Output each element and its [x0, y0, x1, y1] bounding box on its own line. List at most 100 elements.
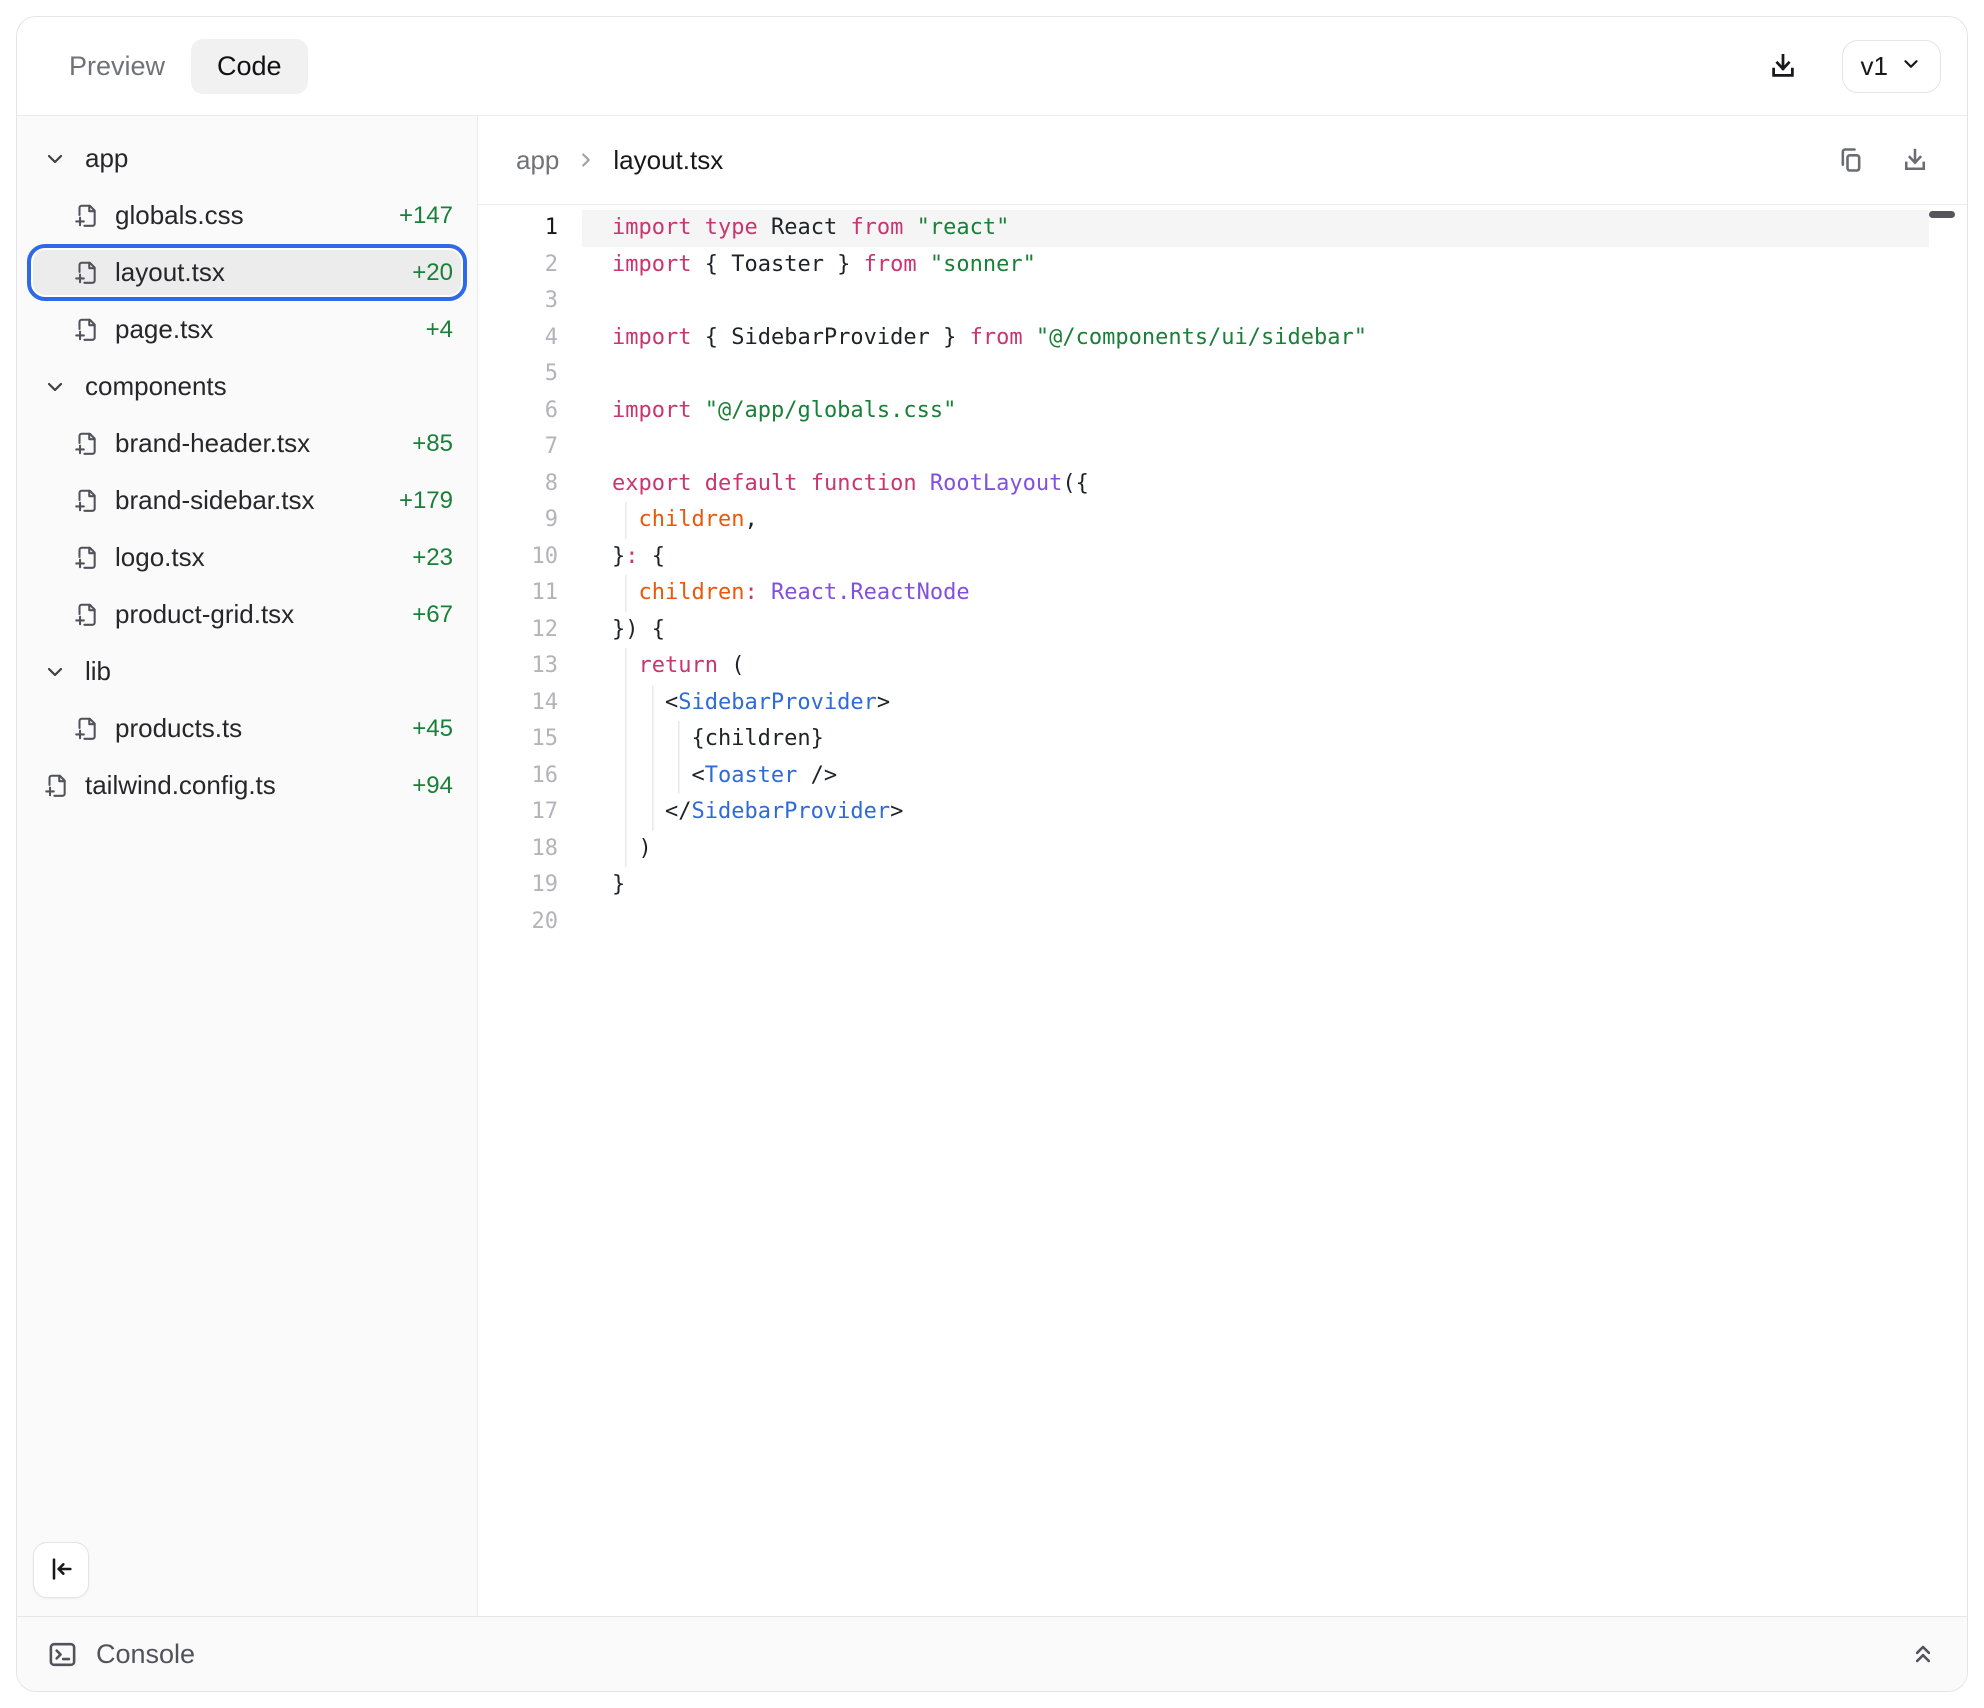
- code-line: 9 children,: [478, 502, 1967, 539]
- line-content: }: [582, 867, 1929, 904]
- indent-guide: [638, 721, 664, 758]
- indent-guide: [612, 758, 638, 795]
- indent-guide: [612, 794, 638, 831]
- code-panel: app layout.tsx: [478, 116, 1967, 1616]
- code-line: 11 children: React.ReactNode: [478, 575, 1967, 612]
- file-label: products.ts: [115, 713, 400, 744]
- line-number: 10: [478, 539, 558, 576]
- file-plus-icon: [73, 715, 99, 742]
- line-content: }: {: [582, 539, 1929, 576]
- code-line: 16 <Toaster />: [478, 758, 1967, 795]
- line-number: 5: [478, 356, 558, 393]
- line-content: [582, 283, 1929, 320]
- folder-label: components: [85, 371, 453, 402]
- line-number: 20: [478, 904, 558, 941]
- line-number: 11: [478, 575, 558, 612]
- line-content: ): [582, 831, 1929, 868]
- code-line: 5: [478, 356, 1967, 393]
- file-plus-icon: [73, 487, 99, 514]
- line-number: 18: [478, 831, 558, 868]
- diff-badge: +45: [412, 715, 453, 743]
- line-number: 12: [478, 612, 558, 649]
- line-content: export default function RootLayout({: [582, 466, 1929, 503]
- code-editor[interactable]: 1import type React from "react"2 import {…: [478, 205, 1967, 1616]
- line-number: 7: [478, 429, 558, 466]
- indent-guide: [638, 794, 664, 831]
- diff-badge: +147: [399, 202, 453, 230]
- copy-code-button[interactable]: [1837, 146, 1865, 174]
- diff-badge: +94: [412, 772, 453, 800]
- sidebar-item-brand-header-tsx[interactable]: brand-header.tsx+85: [17, 415, 477, 472]
- version-dropdown[interactable]: v1: [1842, 40, 1941, 93]
- indent-guide: [612, 502, 638, 539]
- tab-code[interactable]: Code: [191, 39, 308, 94]
- line-number: 2: [478, 247, 558, 284]
- diff-badge: +23: [412, 544, 453, 572]
- download-file-button[interactable]: [1901, 146, 1929, 174]
- folder-label: lib: [85, 656, 453, 687]
- sidebar-item-tailwind-config-ts[interactable]: tailwind.config.ts+94: [17, 757, 477, 814]
- header-actions: v1: [1768, 40, 1941, 93]
- code-line: 19}: [478, 867, 1967, 904]
- sidebar-item-logo-tsx[interactable]: logo.tsx+23: [17, 529, 477, 586]
- diff-badge: +20: [412, 259, 453, 287]
- line-number: 3: [478, 283, 558, 320]
- chevron-down-icon: [1900, 51, 1922, 82]
- indent-guide: [665, 721, 691, 758]
- sidebar-item-lib[interactable]: lib: [17, 643, 477, 700]
- line-content: import { SidebarProvider } from "@/compo…: [582, 320, 1929, 357]
- sidebar-item-layout-tsx[interactable]: layout.tsx +20: [27, 244, 467, 301]
- file-plus-icon: [73, 316, 99, 343]
- sidebar-item-product-grid-tsx[interactable]: product-grid.tsx+67: [17, 586, 477, 643]
- tab-preview[interactable]: Preview: [43, 39, 191, 94]
- expand-console-button[interactable]: [1909, 1640, 1937, 1668]
- file-plus-icon: [73, 259, 99, 286]
- file-plus-icon: [73, 544, 99, 571]
- code-line: 1import type React from "react": [478, 210, 1967, 247]
- line-number: 19: [478, 867, 558, 904]
- scrollbar-thumb[interactable]: [1929, 211, 1955, 218]
- sidebar-item-page-tsx[interactable]: page.tsx+4: [17, 301, 477, 358]
- line-content: </SidebarProvider>: [582, 794, 1929, 831]
- console-bar[interactable]: Console: [17, 1616, 1967, 1691]
- line-number: 8: [478, 466, 558, 503]
- line-content: import "@/app/globals.css": [582, 393, 1929, 430]
- line-content: {children}: [582, 721, 1929, 758]
- diff-badge: +85: [412, 430, 453, 458]
- diff-badge: +67: [412, 601, 453, 629]
- diff-badge: +179: [399, 487, 453, 515]
- file-label: layout.tsx: [115, 257, 400, 288]
- code-line: 20: [478, 904, 1967, 941]
- sidebar-item-products-ts[interactable]: products.ts +45: [17, 700, 477, 757]
- sidebar-item-brand-sidebar-tsx[interactable]: brand-sidebar.tsx+179: [17, 472, 477, 529]
- download-icon: [1901, 146, 1929, 174]
- file-tree: app globals.css+147 layout.tsx +20 page.tsx+…: [17, 116, 477, 1530]
- panel-collapse-left-icon: [47, 1555, 75, 1586]
- sidebar-item-components[interactable]: components: [17, 358, 477, 415]
- chevron-down-icon: [43, 147, 69, 171]
- code-line: 13 return (: [478, 648, 1967, 685]
- line-number: 9: [478, 502, 558, 539]
- file-plus-icon: [73, 601, 99, 628]
- sidebar-item-app[interactable]: app: [17, 130, 477, 187]
- line-content: [582, 429, 1929, 466]
- code-line: 17 </SidebarProvider>: [478, 794, 1967, 831]
- code-line: 12}) {: [478, 612, 1967, 649]
- file-plus-icon: [73, 202, 99, 229]
- line-content: import { Toaster } from "sonner": [582, 247, 1929, 284]
- version-label: v1: [1861, 51, 1888, 82]
- line-number: 16: [478, 758, 558, 795]
- folder-label: app: [85, 143, 453, 174]
- sidebar-item-globals-css[interactable]: globals.css+147: [17, 187, 477, 244]
- line-number: 13: [478, 648, 558, 685]
- breadcrumb-folder[interactable]: app: [516, 145, 559, 176]
- main-area: app globals.css+147 layout.tsx +20 page.tsx+…: [17, 116, 1967, 1616]
- line-content: <SidebarProvider>: [582, 685, 1929, 722]
- download-project-button[interactable]: [1768, 51, 1798, 81]
- line-content: import type React from "react": [582, 210, 1929, 247]
- code-line: 10 }: {: [478, 539, 1967, 576]
- indent-guide: [638, 685, 664, 722]
- collapse-sidebar-button[interactable]: [33, 1542, 89, 1598]
- line-number: 17: [478, 794, 558, 831]
- breadcrumb-current-file: layout.tsx: [613, 145, 723, 176]
